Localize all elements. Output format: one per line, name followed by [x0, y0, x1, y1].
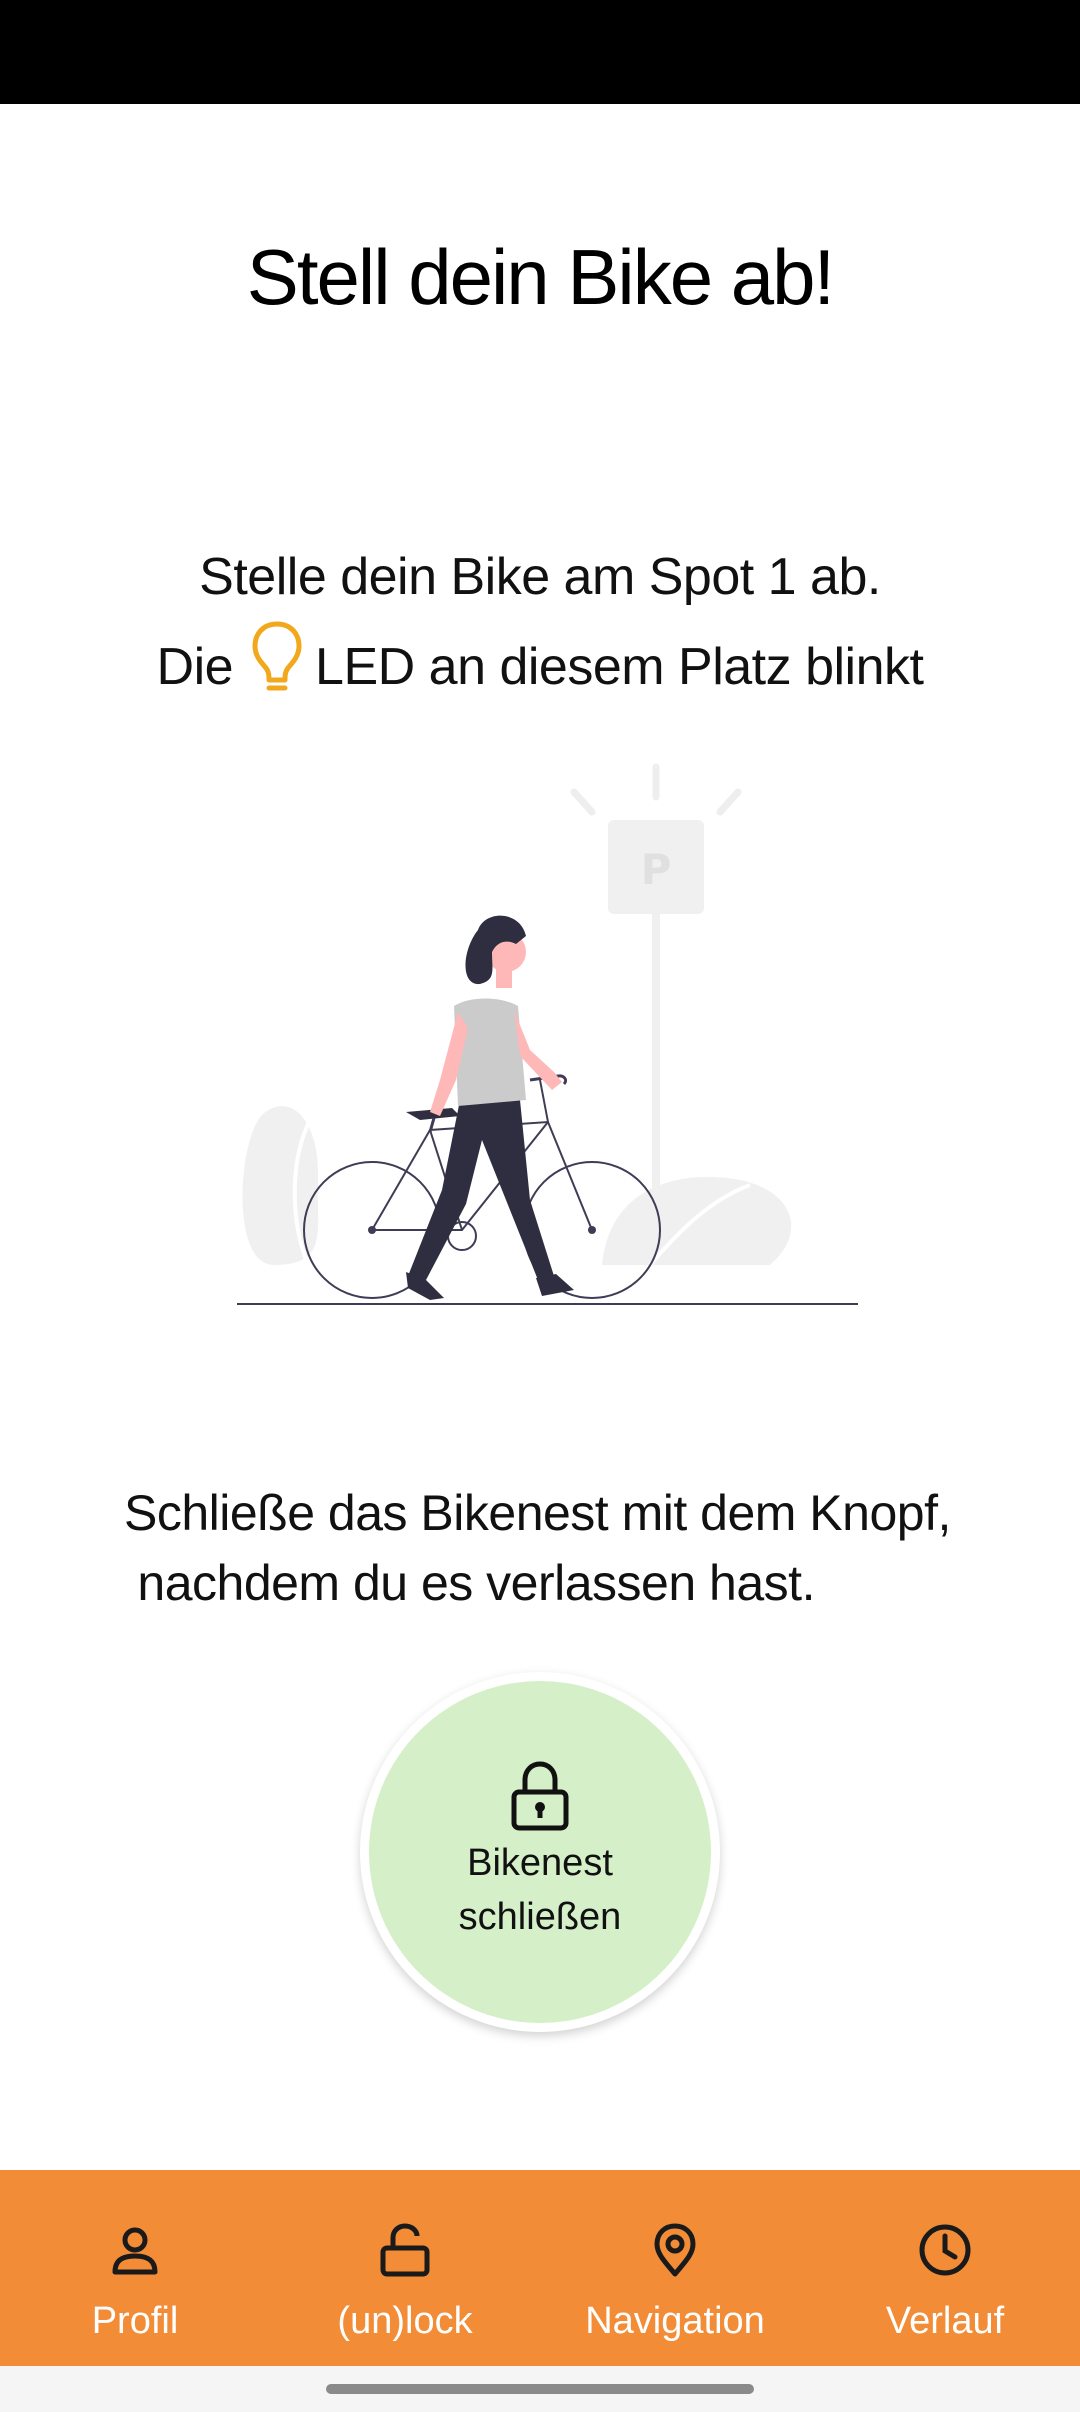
map-pin-icon: [654, 2223, 696, 2277]
lock-bikenest-button[interactable]: Bikenest schließen: [360, 1672, 720, 2032]
close-hint-text: Schließe das Bikenest mit dem Knopf, nac…: [124, 1485, 951, 1611]
lock-button-face: Bikenest schließen: [369, 1681, 711, 2023]
lightbulb-icon: [252, 621, 302, 691]
screen: Stell dein Bike ab! Stelle dein Bike am …: [0, 0, 1080, 2412]
page-title: Stell dein Bike ab!: [246, 233, 835, 321]
nav-label-navigation: Navigation: [585, 2300, 765, 2342]
nav-label-verlauf: Verlauf: [885, 2300, 1005, 2342]
instruction-line-2: Die LED an diesem Platz blinkt: [0, 618, 1080, 708]
lock-icon: [511, 1761, 569, 1831]
nav-item-profil[interactable]: Profil: [0, 2170, 270, 2366]
lock-button-label: Bikenest schließen: [458, 1842, 622, 1938]
home-gesture-bar[interactable]: [326, 2384, 754, 2394]
instruction-line-2-prefix: Die: [156, 638, 234, 696]
nav-item-navigation[interactable]: Navigation: [540, 2170, 810, 2366]
parking-sign-label: P: [641, 845, 672, 894]
user-icon: [112, 2227, 158, 2275]
instruction-line-1: Stelle dein Bike am Spot 1 ab.: [199, 548, 881, 606]
unlock-icon: [380, 2223, 430, 2277]
status-bar: [0, 0, 1080, 104]
nav-label-unlock: (un)lock: [337, 2300, 473, 2342]
nav-label-profil: Profil: [91, 2300, 179, 2342]
bottom-navigation: Profil (un)lock Navigation Verlauf: [0, 2170, 1080, 2366]
instruction-text: Stelle dein Bike am Spot 1 ab. Die LED a…: [0, 536, 1080, 708]
nav-item-verlauf[interactable]: Verlauf: [810, 2170, 1080, 2366]
instruction-line-2-suffix: LED an diesem Platz blinkt: [315, 638, 924, 696]
clock-icon: [919, 2224, 971, 2276]
bike-parking-illustration: P: [237, 763, 858, 1305]
nav-item-unlock[interactable]: (un)lock: [270, 2170, 540, 2366]
